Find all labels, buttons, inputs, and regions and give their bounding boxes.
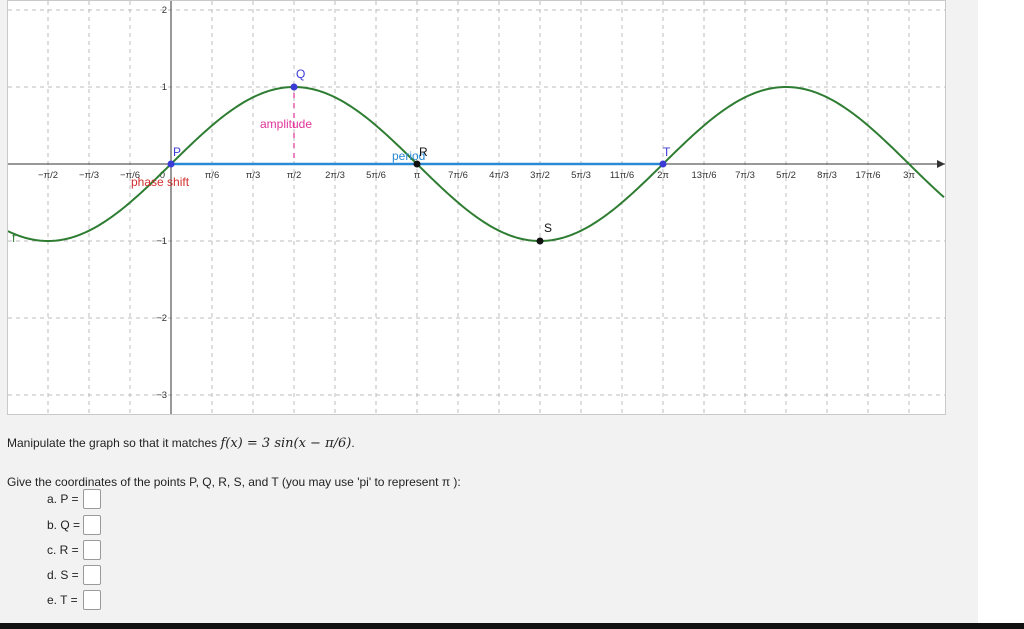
x-tick-label: 8π/3 <box>817 170 837 181</box>
x-tick-label: 7π/6 <box>448 170 468 181</box>
instruction-text: Manipulate the graph so that it matches … <box>7 436 355 451</box>
answer-row-t: e. T = <box>47 589 101 611</box>
point-label-s: S <box>544 221 552 235</box>
x-tick-label: 5π/6 <box>366 170 386 181</box>
x-tick-label: −π/2 <box>38 170 58 181</box>
graph-applet[interactable]: −π/2 −π/3 −π/6 π/6 π/3 π/2 2π/3 5π/6 π 7π/6 4π/3 3π… <box>7 0 946 415</box>
y-tick-labels: 2 1 −1 −2 −3 <box>156 5 167 401</box>
point-s[interactable] <box>536 237 544 245</box>
answer-input-r[interactable] <box>83 540 101 560</box>
x-tick-label: 2π/3 <box>325 170 345 181</box>
answer-row-s: d. S = <box>47 564 101 586</box>
answer-label-r: c. R = <box>47 543 79 557</box>
answer-input-t[interactable] <box>83 590 101 610</box>
point-label-r: R <box>419 145 428 159</box>
y-tick-label: −1 <box>156 236 167 247</box>
grid <box>8 1 945 414</box>
x-tick-label: π/2 <box>287 170 301 181</box>
x-tick-label: 5π/3 <box>571 170 591 181</box>
point-t[interactable] <box>659 160 667 168</box>
points[interactable]: P Q R S T <box>167 67 672 245</box>
y-tick-label: 2 <box>162 5 167 16</box>
curve-name-label: f <box>12 231 16 245</box>
answer-row-q: b. Q = <box>47 514 101 536</box>
point-q[interactable] <box>290 83 298 91</box>
x-axis-arrow <box>937 160 945 168</box>
function-formula: f(x) = 3 sin(x − π/6) <box>220 436 352 451</box>
y-tick-label: 1 <box>162 82 167 93</box>
x-tick-label: 2π <box>657 170 669 181</box>
x-tick-label: 17π/6 <box>855 170 880 181</box>
answer-row-p: a. P = <box>47 488 101 510</box>
x-tick-label: π/6 <box>205 170 219 181</box>
x-tick-label: 11π/6 <box>610 170 634 181</box>
x-tick-label: 5π/2 <box>776 170 796 181</box>
bottom-bar <box>0 623 1024 629</box>
answer-label-q: b. Q = <box>47 518 81 532</box>
answer-label-p: a. P = <box>47 492 79 506</box>
answer-label-s: d. S = <box>47 568 79 582</box>
question-prompt: Give the coordinates of the points P, Q,… <box>7 475 461 489</box>
point-p[interactable] <box>167 160 175 168</box>
answer-input-q[interactable] <box>83 515 101 535</box>
x-tick-label: 13π/6 <box>691 170 716 181</box>
point-r[interactable] <box>413 160 421 168</box>
x-tick-label: 7π/3 <box>735 170 755 181</box>
x-tick-label: 3π <box>903 170 915 181</box>
point-label-p: P <box>173 145 181 159</box>
answer-row-r: c. R = <box>47 539 101 561</box>
y-tick-label: −2 <box>156 313 167 324</box>
point-label-q: Q <box>296 67 305 81</box>
page-gutter <box>978 0 1024 629</box>
graph-canvas[interactable]: −π/2 −π/3 −π/6 π/6 π/3 π/2 2π/3 5π/6 π 7π/6 4π/3 3π… <box>8 1 945 414</box>
point-label-t: T <box>663 145 671 159</box>
answer-label-t: e. T = <box>47 593 78 607</box>
x-tick-label: 3π/2 <box>530 170 550 181</box>
amplitude-label: amplitude <box>260 117 312 131</box>
answer-input-s[interactable] <box>83 565 101 585</box>
x-tick-label: 4π/3 <box>489 170 509 181</box>
phase-shift-label: phase shift <box>131 175 190 189</box>
x-tick-label: π <box>414 170 421 181</box>
instruction-suffix: . <box>351 436 355 450</box>
instruction-prefix: Manipulate the graph so that it matches <box>7 436 221 450</box>
x-tick-label: π/3 <box>246 170 260 181</box>
axes <box>8 1 945 414</box>
answer-input-p[interactable] <box>83 489 101 509</box>
x-tick-label: −π/3 <box>79 170 99 181</box>
y-tick-label: −3 <box>156 390 167 401</box>
